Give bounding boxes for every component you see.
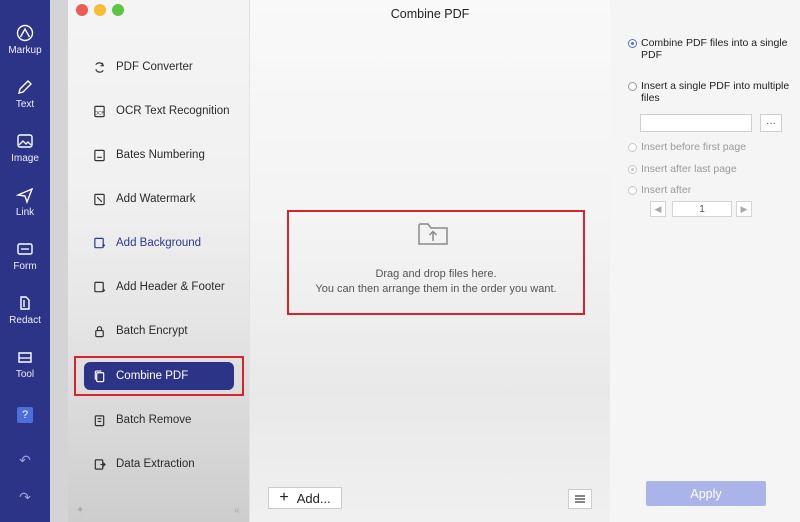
plus-icon: + [279, 489, 289, 506]
rail-item-form[interactable]: Form [0, 240, 50, 286]
watermark-icon [92, 192, 106, 206]
zoom-window-button[interactable] [112, 4, 124, 16]
before-first-label: Insert before first page [641, 141, 747, 153]
page-next-button[interactable]: ▶ [736, 201, 752, 217]
combine-pdf-highlight [74, 356, 244, 396]
after-last-label: Insert after last page [641, 163, 737, 175]
trash-icon [92, 413, 106, 427]
radio-combine-single[interactable] [628, 39, 637, 48]
text-pen-icon [18, 80, 32, 94]
sidebar-item-background[interactable]: Add Background [84, 229, 234, 257]
form-icon [17, 243, 33, 255]
tool-icon [18, 352, 32, 363]
close-window-button[interactable] [76, 4, 88, 16]
browse-button[interactable]: ··· [760, 114, 782, 132]
rail-item-text[interactable]: Text [0, 78, 50, 124]
rail-item-link[interactable]: Link [0, 186, 50, 232]
folder-upload-icon [418, 223, 448, 245]
sidebar-item-label: Bates Numbering [116, 149, 205, 161]
sidebar-item-label: PDF Converter [116, 61, 193, 73]
source-file-input[interactable] [640, 114, 752, 132]
rail-label: Markup [8, 45, 42, 56]
svg-text:OCR: OCR [94, 110, 105, 116]
sidebar-item-batch-encrypt[interactable]: Batch Encrypt [84, 317, 234, 345]
sidebar-item-header-footer[interactable]: Add Header & Footer [84, 273, 234, 301]
ocr-icon: OCR [92, 104, 106, 118]
rail-label: Link [15, 207, 35, 218]
sidebar-item-label: Data Extraction [116, 458, 195, 470]
sidebar-item-label: Add Background [116, 237, 202, 249]
sidebar-item-batch-remove[interactable]: Batch Remove [84, 406, 234, 434]
rail-label: Redact [9, 315, 41, 326]
radio-insert-multiple[interactable] [628, 82, 637, 91]
combine-single-label[interactable]: Combine PDF files into a single PDF [641, 37, 791, 61]
drop-hint: You can then arrange them in the order y… [315, 283, 557, 295]
radio-after-last[interactable] [628, 165, 637, 174]
menu-lines-icon [575, 495, 585, 503]
image-icon [17, 134, 33, 148]
sidebar-item-data-extraction[interactable]: Data Extraction [84, 450, 234, 478]
combine-pdf-window: PDF Converter OCR OCR Text Recognition B… [68, 0, 800, 522]
markup-icon [16, 24, 34, 42]
pin-icon[interactable]: ✦ [76, 505, 84, 516]
insert-after-label: Insert after [641, 184, 692, 196]
link-send-icon [16, 187, 34, 204]
sidebar-item-ocr[interactable]: OCR OCR Text Recognition [84, 97, 234, 125]
sidebar-item-label: Add Header & Footer [116, 281, 225, 293]
page-number-field[interactable]: 1 [672, 201, 732, 217]
combine-main-area: Combine PDF Drag and drop files here. Yo… [250, 0, 610, 522]
rail-label: Text [15, 99, 35, 110]
sidebar-item-label: Batch Remove [116, 414, 192, 426]
redo-icon[interactable]: ↷ [0, 489, 50, 506]
minimize-window-button[interactable] [94, 4, 106, 16]
rail-item-tool[interactable]: Tool [0, 348, 50, 394]
redact-icon [20, 296, 30, 310]
extract-icon [92, 457, 106, 471]
header-footer-icon [92, 280, 106, 294]
undo-icon[interactable]: ↶ [0, 452, 50, 469]
drop-instruction: Drag and drop files here. [375, 268, 497, 280]
rail-gap [50, 0, 68, 522]
lock-icon [92, 324, 106, 338]
collapse-sidebar-icon[interactable]: « [234, 505, 240, 516]
sidebar-item-label: Batch Encrypt [116, 325, 188, 337]
add-files-button[interactable]: + Add... [268, 487, 342, 509]
sidebar-item-pdf-converter[interactable]: PDF Converter [84, 53, 234, 81]
radio-insert-after[interactable] [628, 186, 637, 195]
help-icon[interactable]: ? [17, 407, 33, 423]
rail-label: Tool [15, 369, 35, 380]
sidebar-item-label: OCR Text Recognition [116, 105, 230, 117]
bates-icon [92, 148, 106, 162]
rail-item-markup[interactable]: Markup [0, 24, 50, 70]
convert-icon [92, 60, 106, 74]
rail-item-redact[interactable]: Redact [0, 294, 50, 340]
batch-tools-sidebar: PDF Converter OCR OCR Text Recognition B… [68, 0, 250, 522]
file-drop-zone[interactable]: Drag and drop files here. You can then a… [287, 210, 585, 315]
page-title: Combine PDF [390, 7, 470, 21]
rail-label: Form [13, 261, 37, 272]
sidebar-item-bates[interactable]: Bates Numbering [84, 141, 234, 169]
radio-before-first[interactable] [628, 143, 637, 152]
add-files-label: Add... [296, 490, 331, 506]
rail-label: Image [11, 153, 39, 164]
rail-item-image[interactable]: Image [0, 132, 50, 178]
background-icon [92, 236, 106, 250]
window-controls [76, 4, 124, 16]
apply-button[interactable]: Apply [646, 481, 766, 506]
page-prev-button[interactable]: ◀ [650, 201, 666, 217]
combine-options-panel: Combine PDF files into a single PDF Inse… [610, 0, 800, 522]
sidebar-item-watermark[interactable]: Add Watermark [84, 185, 234, 213]
left-tool-rail: Markup Text Image Link Form Redact Tool … [0, 0, 50, 522]
insert-multiple-label[interactable]: Insert a single PDF into multiple files [641, 80, 791, 104]
sidebar-item-label: Add Watermark [116, 193, 196, 205]
list-view-button[interactable] [568, 489, 592, 509]
